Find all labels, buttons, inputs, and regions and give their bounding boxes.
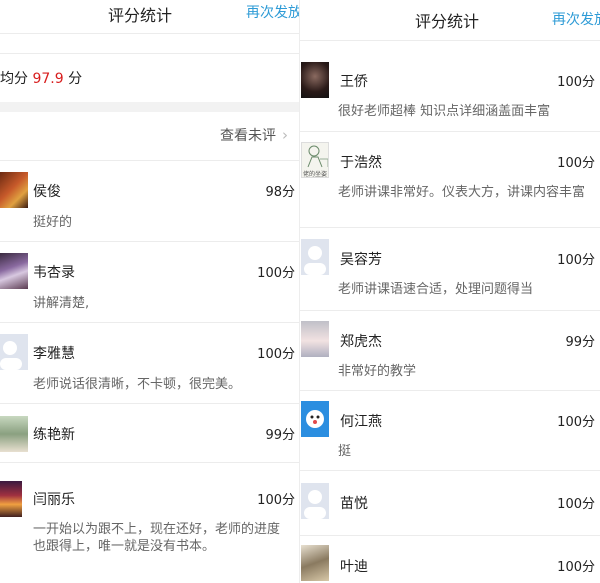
cartoon-face-icon: [306, 410, 324, 428]
average-label: 均分: [0, 71, 28, 87]
student-score: 100分: [257, 493, 295, 508]
student-score: 98分: [265, 185, 295, 200]
student-score: 100分: [557, 253, 595, 268]
right-top-bar: 评分统计 再次发放: [300, 0, 600, 34]
right-panel: 评分统计 再次发放 王侨 100分 很好老师超棒 知识点详细涵盖面丰富 佬的坐姿…: [300, 0, 600, 583]
student-name: 于浩然: [340, 155, 382, 171]
list-item[interactable]: 闫丽乐 100分 一开始以为跟不上，现在还好，老师的进度也跟得上，唯一就是没有书…: [0, 463, 300, 583]
resend-button[interactable]: 再次发放: [246, 2, 300, 22]
student-name: 李雅慧: [33, 346, 75, 362]
student-comment: 非常好的教学: [338, 364, 417, 379]
student-name: 韦杏录: [33, 265, 75, 281]
student-score: 99分: [265, 428, 295, 443]
student-score: 100分: [557, 415, 595, 430]
avatar: [301, 62, 329, 98]
student-comment: 很好老师超棒 知识点详细涵盖面丰富: [338, 104, 551, 119]
average-score: 均分 97.9 分: [0, 68, 82, 88]
avatar: [0, 334, 28, 370]
left-top-bar: 评分统计 再次发放: [0, 0, 300, 34]
list-item[interactable]: 叶迪 100分: [300, 536, 600, 583]
student-score: 99分: [565, 335, 595, 350]
student-comment: 老师说话很清晰，不卡顿，很完美。: [33, 377, 242, 392]
avatar: [301, 483, 329, 519]
default-user-icon: [0, 341, 22, 370]
student-name: 侯俊: [33, 184, 61, 200]
section-separator: [0, 102, 300, 112]
avatar: 佬的坐姿: [301, 142, 329, 178]
student-name: 吴容芳: [340, 252, 382, 268]
list-item[interactable]: 练艳新 99分: [0, 404, 300, 462]
student-score: 100分: [257, 266, 295, 281]
avatar: [301, 321, 329, 357]
resend-button[interactable]: 再次发放: [552, 9, 600, 29]
list-item[interactable]: 何江燕 100分 挺: [300, 391, 600, 470]
avatar: [0, 416, 28, 452]
avatar: [0, 172, 28, 208]
avatar: [0, 253, 28, 289]
student-name: 郑虎杰: [340, 334, 382, 350]
avatar: [0, 481, 22, 517]
divider: [0, 53, 300, 54]
student-comment: 老师讲课非常好。仪表大方，讲课内容丰富: [338, 185, 586, 200]
avatar-caption: 佬的坐姿: [303, 171, 328, 178]
student-comment: 一开始以为跟不上，现在还好，老师的进度也跟得上，唯一就是没有书本。: [33, 522, 281, 554]
student-score: 100分: [557, 156, 595, 171]
list-item[interactable]: 苗悦 100分: [300, 471, 600, 535]
list-item[interactable]: 李雅慧 100分 老师说话很清晰，不卡顿，很完美。: [0, 323, 300, 403]
student-comment: 老师讲课语速合适，处理问题得当: [338, 282, 534, 297]
average-value: 97.9: [32, 71, 64, 87]
avatar: [301, 239, 329, 275]
list-item[interactable]: 王侨 100分 很好老师超棒 知识点详细涵盖面丰富: [300, 41, 600, 131]
list-item[interactable]: 韦杏录 100分 讲解清楚,: [0, 242, 300, 322]
student-score: 100分: [557, 560, 595, 575]
page-title: 评分统计: [108, 6, 173, 25]
page-title: 评分统计: [415, 12, 480, 31]
view-unrated-button[interactable]: 查看未评 ›: [220, 125, 288, 145]
student-comment: 挺: [338, 444, 352, 459]
student-comment: 挺好的: [33, 215, 73, 230]
student-comment: 讲解清楚,: [33, 296, 90, 311]
list-item[interactable]: 侯俊 98分 挺好的: [0, 161, 300, 241]
list-item[interactable]: 佬的坐姿 于浩然 100分 老师讲课非常好。仪表大方，讲课内容丰富: [300, 132, 600, 227]
list-item[interactable]: 郑虎杰 99分 非常好的教学: [300, 311, 600, 390]
default-user-icon: [304, 490, 326, 519]
left-panel: 评分统计 再次发放 均分 97.9 分 查看未评 › 侯俊 98分 挺好的 韦杏录…: [0, 0, 300, 583]
student-name: 苗悦: [340, 496, 368, 512]
student-score: 100分: [557, 75, 595, 90]
view-unrated-label: 查看未评: [220, 128, 276, 144]
student-name: 何江燕: [340, 414, 382, 430]
average-unit: 分: [68, 71, 83, 87]
student-name: 练艳新: [33, 427, 75, 443]
avatar: [301, 545, 329, 581]
student-name: 闫丽乐: [33, 492, 75, 508]
divider: [0, 33, 300, 34]
sketch-figure-icon: [307, 145, 328, 168]
student-score: 100分: [257, 347, 295, 362]
student-name: 叶迪: [340, 559, 368, 575]
list-item[interactable]: 吴容芳 100分 老师讲课语速合适，处理问题得当: [300, 228, 600, 310]
default-user-icon: [304, 246, 326, 275]
avatar: [301, 401, 329, 437]
student-score: 100分: [557, 497, 595, 512]
student-name: 王侨: [340, 74, 368, 90]
chevron-right-icon: ›: [282, 126, 288, 144]
